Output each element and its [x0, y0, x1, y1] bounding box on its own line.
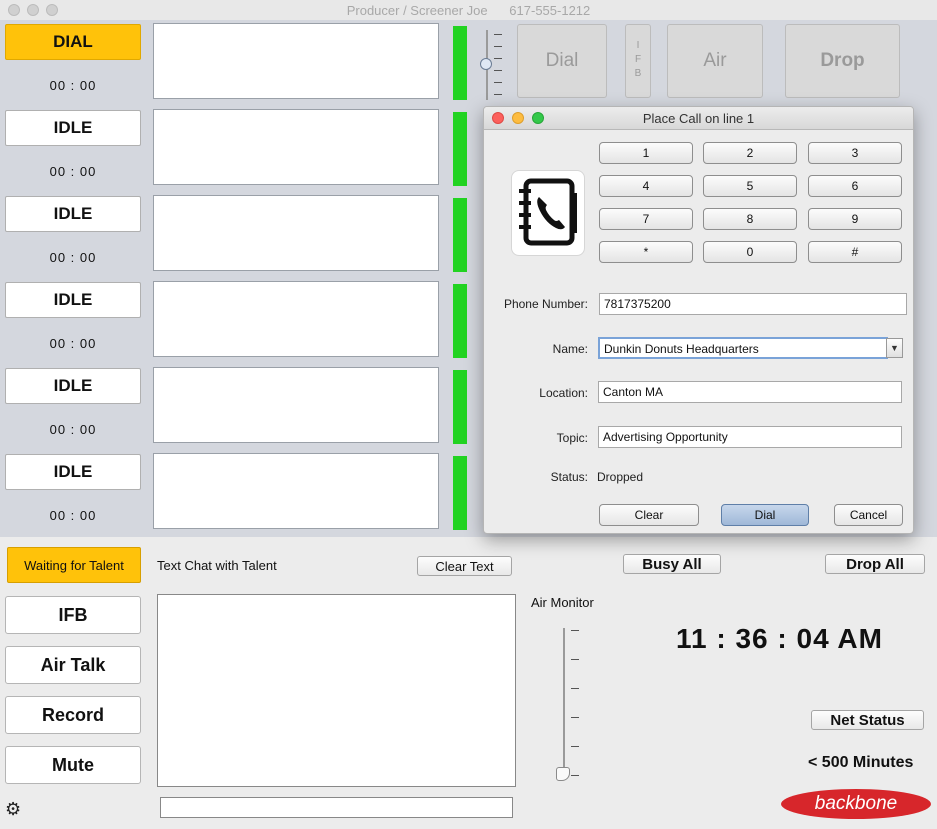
slider-tick [494, 58, 502, 59]
air-monitor-track [563, 628, 565, 776]
line-6-state-button[interactable]: IDLE [5, 454, 141, 490]
slider-tick [571, 688, 579, 689]
record-button[interactable]: Record [5, 696, 141, 734]
location-label: Location: [539, 386, 588, 400]
line-5-timer: 00 : 00 [49, 422, 97, 437]
line-6-level-meter [453, 456, 467, 530]
line-1-info-box[interactable] [153, 23, 439, 99]
slider-tick [494, 70, 502, 71]
line-3-timer: 00 : 00 [49, 250, 97, 265]
line-2-state-button[interactable]: IDLE [5, 110, 141, 146]
name-combo-field[interactable]: Dunkin Donuts Headquarters [598, 337, 888, 359]
mute-button[interactable]: Mute [5, 746, 141, 784]
keypad-key-7[interactable]: 7 [599, 208, 693, 230]
cancel-button[interactable]: Cancel [834, 504, 903, 526]
minutes-remaining: < 500 Minutes [808, 754, 914, 771]
line-4-info-box[interactable] [153, 281, 439, 357]
place-call-dialog: Place Call on line 1 1 2 3 4 5 6 7 8 9 *… [483, 106, 914, 534]
talent-status-button[interactable]: Waiting for Talent [7, 547, 141, 583]
keypad-key-8[interactable]: 8 [703, 208, 797, 230]
line-2-level-meter [453, 112, 467, 186]
line-3-level-meter [453, 198, 467, 272]
chat-input[interactable] [160, 797, 513, 818]
slider-tick [494, 34, 502, 35]
ifb-toggle-button[interactable]: I F B [625, 24, 651, 98]
line-3-state-button[interactable]: IDLE [5, 196, 141, 232]
line-1-level-meter [453, 26, 467, 100]
backbone-logo: backbone [781, 789, 931, 819]
name-label: Name: [552, 342, 588, 356]
line-1-state-button[interactable]: DIAL [5, 24, 141, 60]
keypad-key-9[interactable]: 9 [808, 208, 902, 230]
keypad-key-5[interactable]: 5 [703, 175, 797, 197]
keypad-key-6[interactable]: 6 [808, 175, 902, 197]
busy-all-button[interactable]: Busy All [623, 554, 721, 574]
keypad-key-2[interactable]: 2 [703, 142, 797, 164]
keypad-key-star[interactable]: * [599, 241, 693, 263]
line-1-timer: 00 : 00 [49, 78, 97, 93]
keypad-key-0[interactable]: 0 [703, 241, 797, 263]
ifb-button[interactable]: IFB [5, 596, 141, 634]
dialog-dial-button[interactable]: Dial [721, 504, 809, 526]
line-2-timer: 00 : 00 [49, 164, 97, 179]
dialog-title: Place Call on line 1 [642, 111, 755, 126]
slider-tick [494, 82, 502, 83]
window-titlebar: Producer / Screener Joe 617-555-1212 [0, 0, 937, 21]
name-dropdown-arrow-icon[interactable]: ▼ [886, 338, 903, 358]
line-1-volume-knob[interactable] [480, 58, 492, 70]
line-5-level-meter [453, 370, 467, 444]
slider-tick [571, 775, 579, 776]
air-talk-button[interactable]: Air Talk [5, 646, 141, 684]
line-3-info-box[interactable] [153, 195, 439, 271]
location-field[interactable]: Canton MA [598, 381, 902, 403]
keypad-key-4[interactable]: 4 [599, 175, 693, 197]
status-value: Dropped [597, 470, 644, 484]
slider-tick [571, 746, 579, 747]
line-4-level-meter [453, 284, 467, 358]
dial-button[interactable]: Dial [517, 24, 607, 98]
topic-label: Topic: [556, 431, 588, 445]
keypad-key-1[interactable]: 1 [599, 142, 693, 164]
drop-button[interactable]: Drop [785, 24, 900, 98]
window-title: Producer / Screener Joe 617-555-1212 [346, 3, 591, 18]
keypad-key-hash[interactable]: # [808, 241, 902, 263]
phone-number-label: Phone Number: [503, 297, 588, 311]
chat-label: Text Chat with Talent [157, 558, 277, 573]
address-book-phone-icon[interactable] [511, 170, 585, 256]
line-4-state-button[interactable]: IDLE [5, 282, 141, 318]
line-5-info-box[interactable] [153, 367, 439, 443]
status-label: Status: [550, 470, 588, 484]
phone-number-field[interactable]: 7817375200 [599, 293, 907, 315]
air-monitor-label: Air Monitor [531, 595, 594, 610]
drop-all-button[interactable]: Drop All [825, 554, 925, 574]
air-button[interactable]: Air [667, 24, 763, 98]
line-4-timer: 00 : 00 [49, 336, 97, 351]
clock-display: 11 : 36 : 04 AM [676, 623, 883, 654]
clear-button[interactable]: Clear [599, 504, 699, 526]
keypad-key-3[interactable]: 3 [808, 142, 902, 164]
slider-tick [571, 659, 579, 660]
slider-tick [494, 94, 502, 95]
slider-tick [494, 46, 502, 47]
line-5-state-button[interactable]: IDLE [5, 368, 141, 404]
line-6-info-box[interactable] [153, 453, 439, 529]
topic-field[interactable]: Advertising Opportunity [598, 426, 902, 448]
clear-text-button[interactable]: Clear Text [417, 556, 512, 576]
line-2-info-box[interactable] [153, 109, 439, 185]
dialog-titlebar: Place Call on line 1 [484, 107, 913, 130]
slider-tick [571, 717, 579, 718]
chat-history-area[interactable] [157, 594, 516, 787]
net-status-button[interactable]: Net Status [811, 710, 924, 730]
gear-icon[interactable]: ⚙ [5, 799, 25, 819]
line-6-timer: 00 : 00 [49, 508, 97, 523]
slider-tick [571, 630, 579, 631]
ifb-label: I F B [634, 40, 642, 79]
